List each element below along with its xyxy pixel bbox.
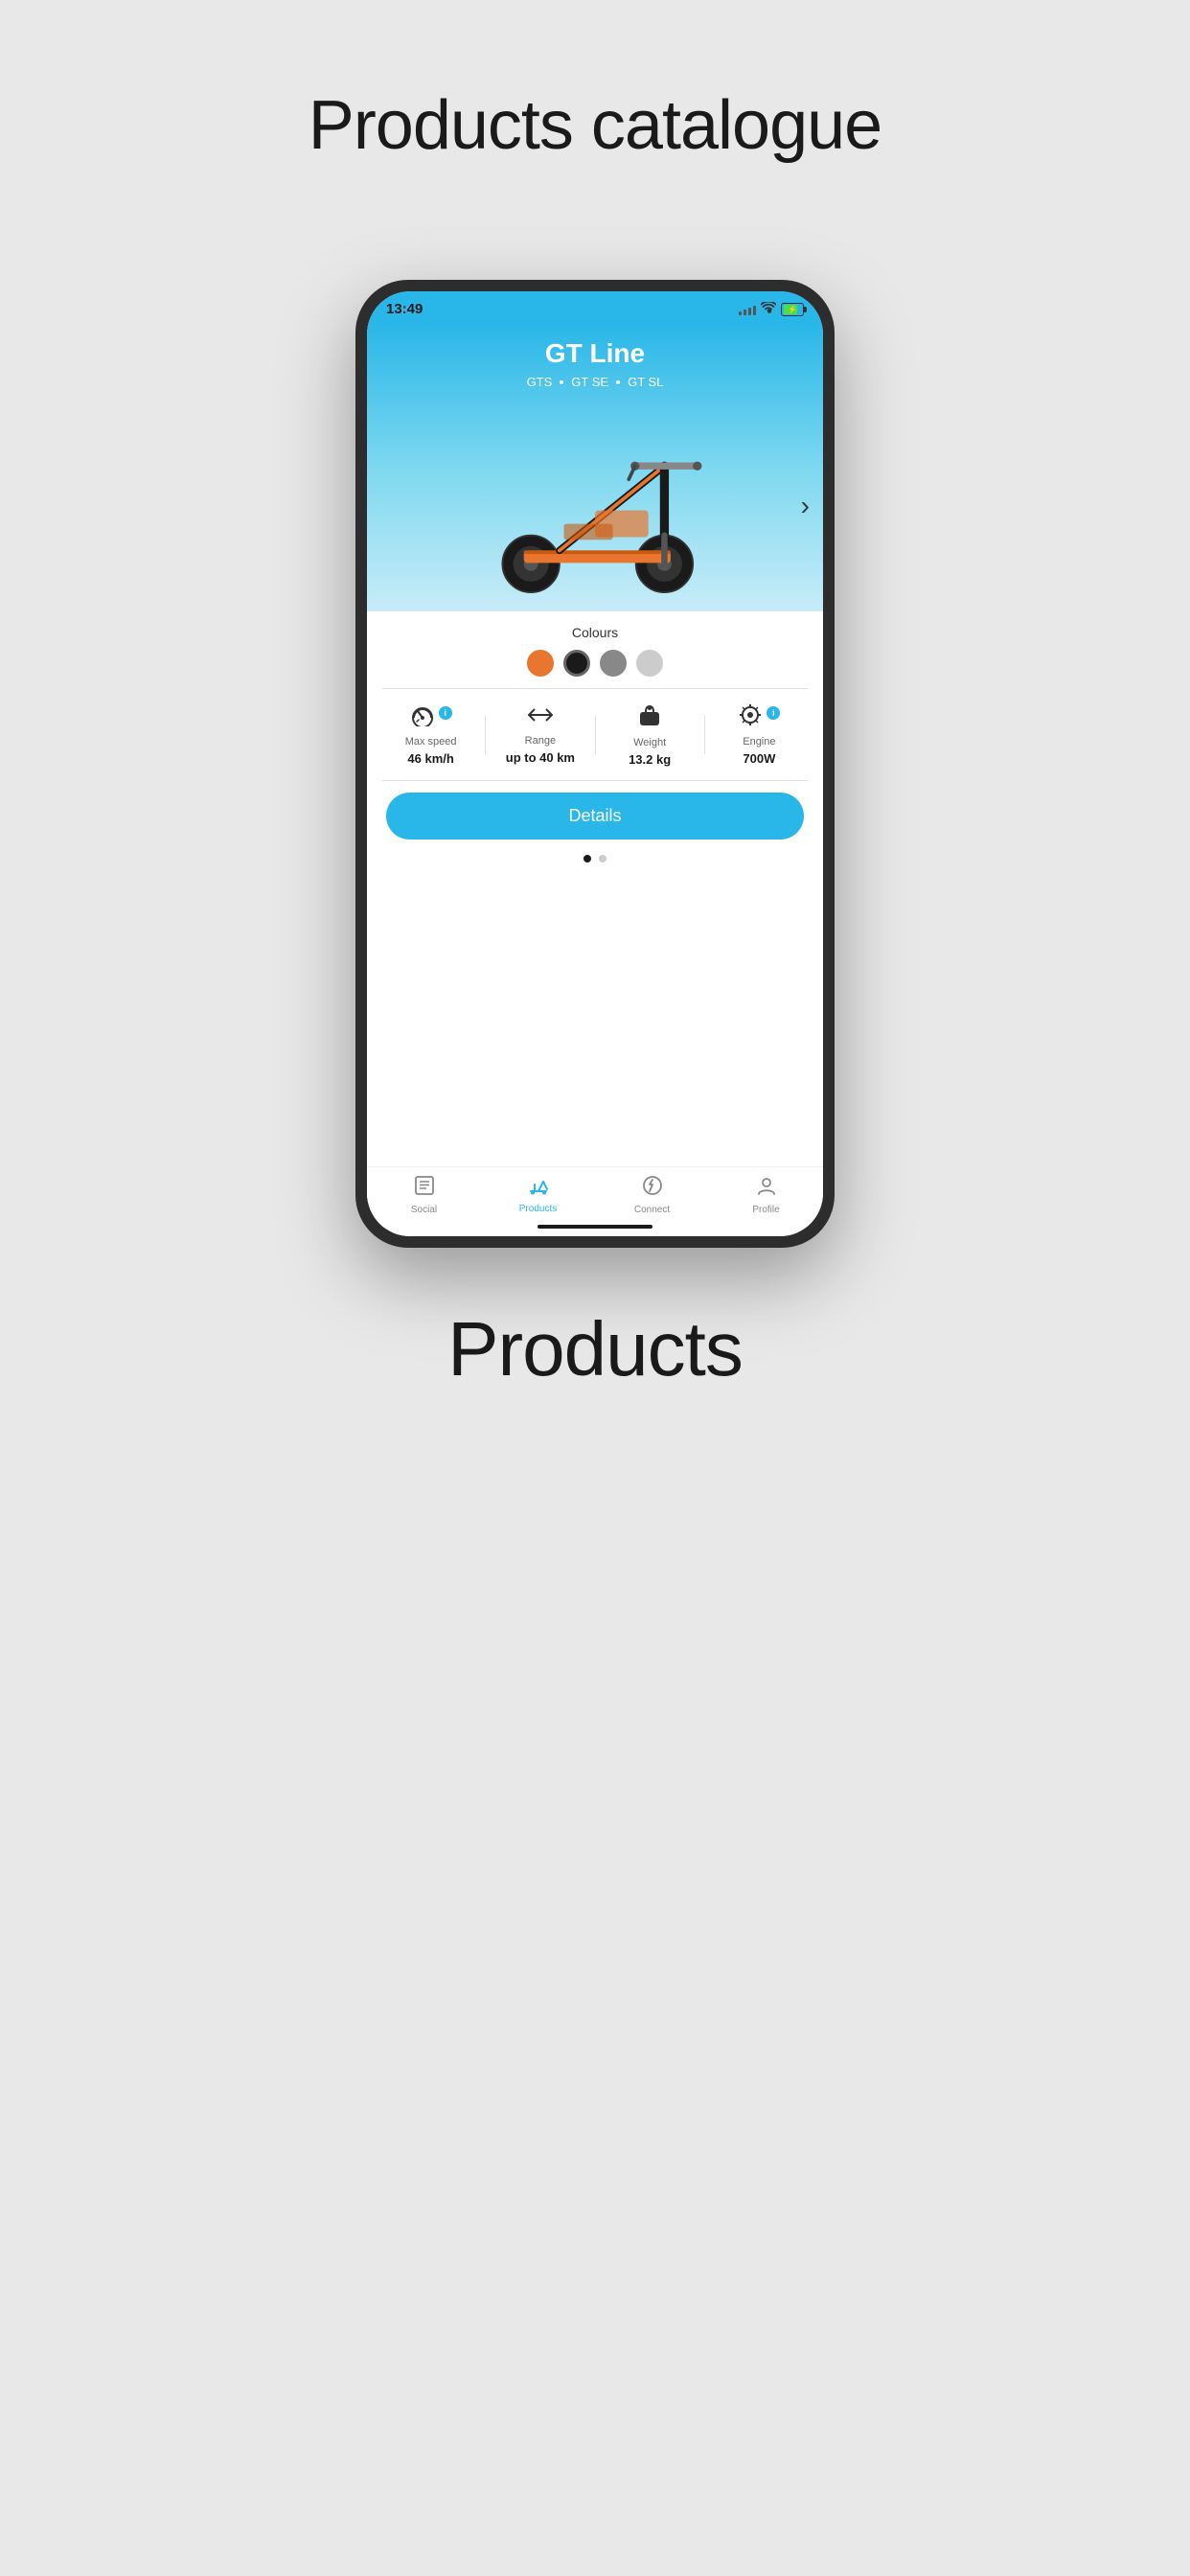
products-icon <box>528 1176 549 1201</box>
social-icon <box>414 1175 435 1202</box>
engine-icon <box>738 703 763 732</box>
status-bar: 13:49 ⚡ <box>367 291 823 323</box>
swatch-grey[interactable] <box>600 650 627 677</box>
nav-item-profile[interactable]: Profile <box>709 1175 823 1215</box>
swatch-lightgrey[interactable] <box>636 650 663 677</box>
spec-range-icons <box>527 704 554 731</box>
nav-item-connect[interactable]: Connect <box>595 1175 709 1215</box>
scooter-container: › <box>367 401 823 611</box>
phone-screen: 13:49 ⚡ <box>367 291 823 1236</box>
colours-label: Colours <box>572 625 618 640</box>
speedometer-icon <box>410 703 435 732</box>
wifi-icon <box>761 302 776 316</box>
details-section: Details <box>367 781 823 849</box>
profile-icon <box>756 1175 777 1202</box>
nav-label-profile: Profile <box>752 1205 779 1215</box>
spec-engine: i Engine 700W <box>705 703 813 766</box>
variant-gtsl[interactable]: GT SL <box>628 375 663 389</box>
swatch-black[interactable] <box>563 650 590 677</box>
dot-sep-1 <box>560 380 563 384</box>
status-time: 13:49 <box>386 301 423 317</box>
spec-max-speed: i Max speed 46 km/h <box>377 703 485 766</box>
variant-gts[interactable]: GTS <box>527 375 553 389</box>
weight-icon <box>638 702 661 733</box>
nav-item-products[interactable]: Products <box>481 1176 595 1214</box>
home-indicator <box>367 1219 823 1236</box>
next-arrow[interactable]: › <box>801 491 810 521</box>
spec-weight-icons <box>638 702 661 733</box>
colour-swatches <box>527 650 663 677</box>
page-dots <box>367 849 823 870</box>
page-dot-1[interactable] <box>584 855 591 862</box>
bottom-nav: Social Products <box>367 1166 823 1219</box>
bottom-products-label: Products <box>447 1305 743 1393</box>
spec-range-label: Range <box>525 735 556 747</box>
spec-engine-label: Engine <box>743 736 775 748</box>
spec-range-value: up to 40 km <box>506 750 575 765</box>
spec-maxspeed-icons: i <box>410 703 452 732</box>
scooter-image <box>470 410 720 602</box>
nav-label-products: Products <box>519 1204 557 1214</box>
battery-icon: ⚡ <box>781 303 804 316</box>
product-name: GT Line <box>545 338 645 369</box>
spec-weight-value: 13.2 kg <box>629 752 671 767</box>
dot-sep-2 <box>616 380 620 384</box>
spec-weight-label: Weight <box>633 737 666 748</box>
info-badge-engine[interactable]: i <box>767 706 780 720</box>
info-badge-speed[interactable]: i <box>439 706 452 720</box>
details-button[interactable]: Details <box>386 793 804 840</box>
range-icon <box>527 704 554 731</box>
spec-maxspeed-label: Max speed <box>405 736 457 748</box>
specs-section: i Max speed 46 km/h Range <box>367 689 823 780</box>
swatch-orange[interactable] <box>527 650 554 677</box>
status-icons: ⚡ <box>739 302 804 316</box>
colours-section: Colours <box>367 611 823 688</box>
page-dot-2[interactable] <box>599 855 606 862</box>
phone-mockup: 13:49 ⚡ <box>355 280 835 1248</box>
spec-engine-value: 700W <box>743 751 775 766</box>
nav-item-social[interactable]: Social <box>367 1175 481 1215</box>
product-variants: GTS GT SE GT SL <box>527 375 664 389</box>
spec-range: Range up to 40 km <box>486 704 594 765</box>
hero-area: GT Line GTS GT SE GT SL <box>367 323 823 611</box>
spec-weight: Weight 13.2 kg <box>596 702 704 767</box>
connect-icon <box>642 1175 663 1202</box>
variant-gtse[interactable]: GT SE <box>571 375 608 389</box>
page-title: Products catalogue <box>309 86 881 165</box>
nav-label-social: Social <box>411 1205 437 1215</box>
nav-label-connect: Connect <box>634 1205 670 1215</box>
home-bar <box>538 1225 652 1229</box>
signal-icon <box>739 304 756 315</box>
spec-engine-icons: i <box>738 703 780 732</box>
spec-maxspeed-value: 46 km/h <box>407 751 453 766</box>
